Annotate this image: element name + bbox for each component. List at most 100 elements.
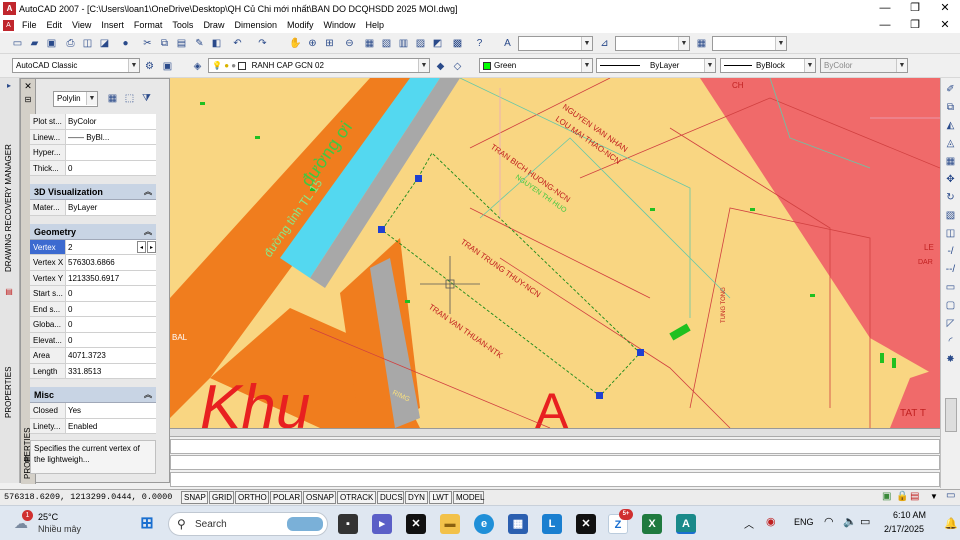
offset-icon[interactable]: ◬ [943, 136, 958, 151]
palette-close-icon[interactable]: ✕ [23, 81, 33, 91]
new-icon[interactable]: ▭ [10, 36, 25, 51]
linetype-dropdown[interactable]: ByLayer ▼ [596, 58, 716, 73]
menu-view[interactable]: View [67, 17, 96, 33]
menu-draw[interactable]: Draw [198, 17, 229, 33]
table-style-dropdown[interactable]: ▼ [712, 36, 787, 51]
text-style-icon[interactable]: A [500, 36, 515, 51]
capcut2-icon[interactable]: ✕ [576, 514, 596, 534]
tray-app-icon[interactable]: ◉ [766, 515, 776, 528]
recovery-icon[interactable]: ▤ [3, 286, 15, 298]
collapse-chevron-icon[interactable]: ︽ [144, 224, 152, 240]
command-input[interactable] [170, 472, 940, 487]
dim-style-icon[interactable]: ⊿ [597, 36, 612, 51]
trim-icon[interactable]: -/ [943, 244, 958, 259]
layer-previous-icon[interactable]: ◇ [450, 59, 465, 74]
help-icon[interactable]: ? [472, 36, 487, 51]
ducs-button[interactable]: DUCS [377, 491, 404, 504]
lock-icon[interactable]: 🔒 [896, 491, 908, 502]
zoom-window-icon[interactable]: ⊞ [322, 36, 337, 51]
zoom-previous-icon[interactable]: ⊖ [342, 36, 357, 51]
properties-icon[interactable]: ▦ [362, 36, 377, 51]
plot-preview-icon[interactable]: ◫ [80, 36, 95, 51]
file-explorer-icon[interactable]: ▬ [440, 514, 460, 534]
prop-row-start-width[interactable]: Start s... 0 [30, 286, 156, 302]
prop-value[interactable] [66, 145, 156, 160]
vertical-scrollbar[interactable] [945, 398, 957, 432]
prop-value[interactable]: Yes [66, 403, 156, 418]
layer-manager-icon[interactable]: ◈ [190, 59, 205, 74]
3d-dwf-icon[interactable]: ● [118, 36, 133, 51]
select-objects-icon[interactable]: ⬚ [122, 91, 137, 106]
trays-icon[interactable]: ▤ [910, 491, 919, 502]
menu-edit[interactable]: Edit [42, 17, 68, 33]
clock-time[interactable]: 6:10 AM [893, 510, 926, 520]
prop-row-length[interactable]: Length 331.8513 [30, 363, 156, 379]
copy-object-icon[interactable]: ⧉ [943, 100, 958, 115]
lwt-button[interactable]: LWT [429, 491, 452, 504]
workspace-settings-icon[interactable]: ⚙ [142, 59, 157, 74]
section-3d-visualization[interactable]: 3D Visualization ︽ [30, 184, 156, 200]
weather-icon[interactable]: ☁ 1 [14, 510, 34, 533]
drawing-area[interactable]: Khu A đường tỉnh TL 15 đường ơi NGUYEN V… [170, 78, 940, 428]
prop-row-hyperlink[interactable]: Hyper... [30, 145, 156, 161]
polar-button[interactable]: POLAR [270, 491, 302, 504]
autocad-icon[interactable]: A [676, 514, 696, 534]
join-icon[interactable]: ▢ [943, 298, 958, 313]
redo-icon[interactable]: ↷ [255, 36, 270, 51]
copy-icon[interactable]: ⧉ [157, 36, 172, 51]
text-style-dropdown[interactable]: ▼ [518, 36, 593, 51]
coordinate-readout[interactable]: 576318.6209, 1213299.0444, 0.0000 [4, 492, 172, 502]
chamfer-icon[interactable]: ◸ [943, 316, 958, 331]
prop-value[interactable]: 0 [66, 286, 156, 301]
explode-icon[interactable]: ✸ [943, 352, 958, 367]
excel-icon[interactable]: X [642, 514, 662, 534]
prop-value[interactable]: 576303.6866 [66, 255, 156, 270]
osnap-button[interactable]: OSNAP [303, 491, 336, 504]
weather-desc[interactable]: Nhiều mây [38, 524, 81, 534]
design-center-icon[interactable]: ▧ [379, 36, 394, 51]
object-type-dropdown[interactable]: Polylin ▼ [53, 91, 98, 107]
cut-icon[interactable]: ✂ [140, 36, 155, 51]
start-icon[interactable]: ⊞ [137, 514, 157, 534]
prop-row-area[interactable]: Area 4071.3723 [30, 348, 156, 364]
drawing-recovery-manager-tab[interactable]: DRAWING RECOVERY MANAGER [4, 118, 13, 298]
status-menu-icon[interactable]: ▼ [930, 492, 938, 501]
vertex-spinner[interactable]: 2 ◂ ▸ [66, 240, 156, 255]
prop-value[interactable]: 1213350.6917 [66, 271, 156, 286]
save-icon[interactable]: ▣ [44, 36, 59, 51]
clean-screen-icon[interactable]: ▭ [946, 490, 955, 501]
prop-row-vertex-x[interactable]: Vertex X 576303.6866 [30, 255, 156, 271]
menu-dimension[interactable]: Dimension [229, 17, 282, 33]
clock-date[interactable]: 2/17/2025 [884, 524, 924, 534]
collapse-chevron-icon[interactable]: ︽ [144, 184, 152, 200]
prop-row-global-width[interactable]: Globa... 0 [30, 317, 156, 333]
doc-minimize-button[interactable]: — [870, 17, 900, 33]
edge-icon[interactable]: e [474, 514, 494, 534]
grip-2[interactable] [378, 226, 385, 233]
comm-center-icon[interactable]: ▣ [882, 491, 891, 502]
model-button[interactable]: MODEL [453, 491, 484, 504]
prop-row-end-width[interactable]: End s... 0 [30, 301, 156, 317]
table-style-icon[interactable]: ▦ [694, 36, 709, 51]
prop-value[interactable]: ByLayer [66, 200, 156, 215]
color-dropdown[interactable]: Green ▼ [479, 58, 593, 73]
horizontal-scrollbar[interactable] [170, 429, 940, 437]
scale-icon[interactable]: ▧ [943, 208, 958, 223]
match-properties-icon[interactable]: ✎ [192, 36, 207, 51]
undo-icon[interactable]: ↶ [230, 36, 245, 51]
make-object-layer-current-icon[interactable]: ◆ [433, 59, 448, 74]
properties-tab[interactable]: PROPERTIES [4, 358, 13, 418]
document-icon[interactable]: A [3, 19, 14, 31]
plotstyle-dropdown[interactable]: ByColor ▼ [820, 58, 908, 73]
vertex-value[interactable]: 2 [68, 243, 72, 252]
battery-icon[interactable]: ▭ [860, 515, 870, 528]
vertex-next-icon[interactable]: ▸ [147, 240, 156, 253]
prop-row-vertex[interactable]: Vertex 2 ◂ ▸ [30, 239, 156, 255]
fillet-icon[interactable]: ◜ [943, 334, 958, 349]
prop-row-lineweight[interactable]: Linew... —— ByBl... [30, 129, 156, 145]
prop-row-closed[interactable]: Closed Yes [30, 403, 156, 419]
break-icon[interactable]: ▭ [943, 280, 958, 295]
grip-3[interactable] [637, 349, 644, 356]
prop-value[interactable]: ByColor [66, 114, 156, 129]
array-icon[interactable]: ▦ [943, 154, 958, 169]
